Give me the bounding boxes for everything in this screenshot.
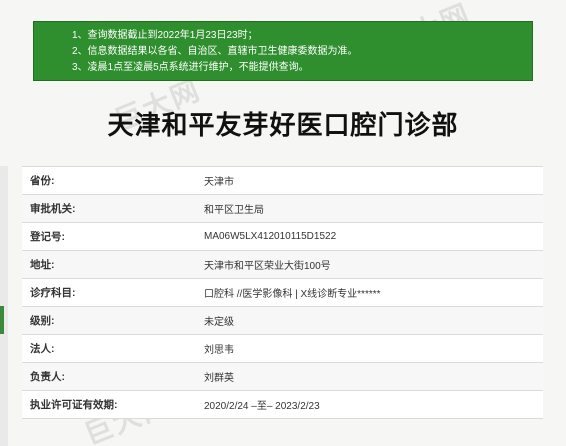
notice-line: 1、查询数据截止到2022年1月23日23时； (72, 30, 258, 41)
row-value: 口腔科 //医学影像科 | X线诊断专业****** (204, 289, 381, 300)
row-label: 法人: (30, 343, 55, 355)
row-value: 天津市 (204, 177, 234, 188)
row-label: 负责人: (30, 371, 65, 383)
row-value: 未定级 (204, 317, 234, 328)
table-row-license-validity: 执业许可证有效期: 2020/2/24 –至– 2023/2/23 (22, 391, 543, 419)
row-label: 登记号: (30, 231, 65, 243)
notice-banner: 1、查询数据截止到2022年1月23日23时； 2、信息数据结果以各省、自治区、… (33, 21, 533, 81)
row-label: 执业许可证有效期: (30, 399, 118, 411)
table-row-legal-person: 法人: 刘思韦 (22, 335, 543, 363)
info-table: 省份: 天津市 审批机关: 和平区卫生局 登记号: MA06W5LX412010… (22, 166, 543, 419)
row-label: 地址: (30, 259, 55, 271)
row-label: 审批机关: (30, 203, 76, 215)
table-row-province: 省份: 天津市 (22, 167, 543, 195)
row-label: 诊疗科目: (30, 287, 76, 299)
left-edge-strip (0, 166, 8, 446)
row-value: MA06W5LX412010115D1522 (204, 231, 337, 242)
row-value: 天津市和平区荣业大街100号 (204, 261, 331, 272)
row-value: 刘思韦 (204, 345, 234, 356)
row-label: 级别: (30, 315, 55, 327)
table-row-level: 级别: 未定级 (22, 307, 543, 335)
notice-line: 3、凌晨1点至凌晨5点系统进行维护，不能提供查询。 (72, 62, 309, 73)
row-label: 省份: (30, 175, 55, 187)
row-value: 刘群英 (204, 373, 234, 384)
page-title: 天津和平友芽好医口腔门诊部 (107, 110, 459, 140)
notice-line: 2、信息数据结果以各省、自治区、直辖市卫生健康委数据为准。 (72, 46, 358, 57)
table-row-approval-authority: 审批机关: 和平区卫生局 (22, 195, 543, 223)
row-value: 2020/2/24 –至– 2023/2/23 (204, 401, 320, 412)
table-row-person-in-charge: 负责人: 刘群英 (22, 363, 543, 391)
table-row-registration-number: 登记号: MA06W5LX412010115D1522 (22, 223, 543, 251)
left-edge-accent (0, 306, 4, 334)
page: 巨大网 www.cnjuda.com 巨大网 巨大网 www.cnjuda.co… (0, 0, 566, 446)
table-row-address: 地址: 天津市和平区荣业大街100号 (22, 251, 543, 279)
row-value: 和平区卫生局 (204, 205, 264, 216)
table-row-departments: 诊疗科目: 口腔科 //医学影像科 | X线诊断专业****** (22, 279, 543, 307)
